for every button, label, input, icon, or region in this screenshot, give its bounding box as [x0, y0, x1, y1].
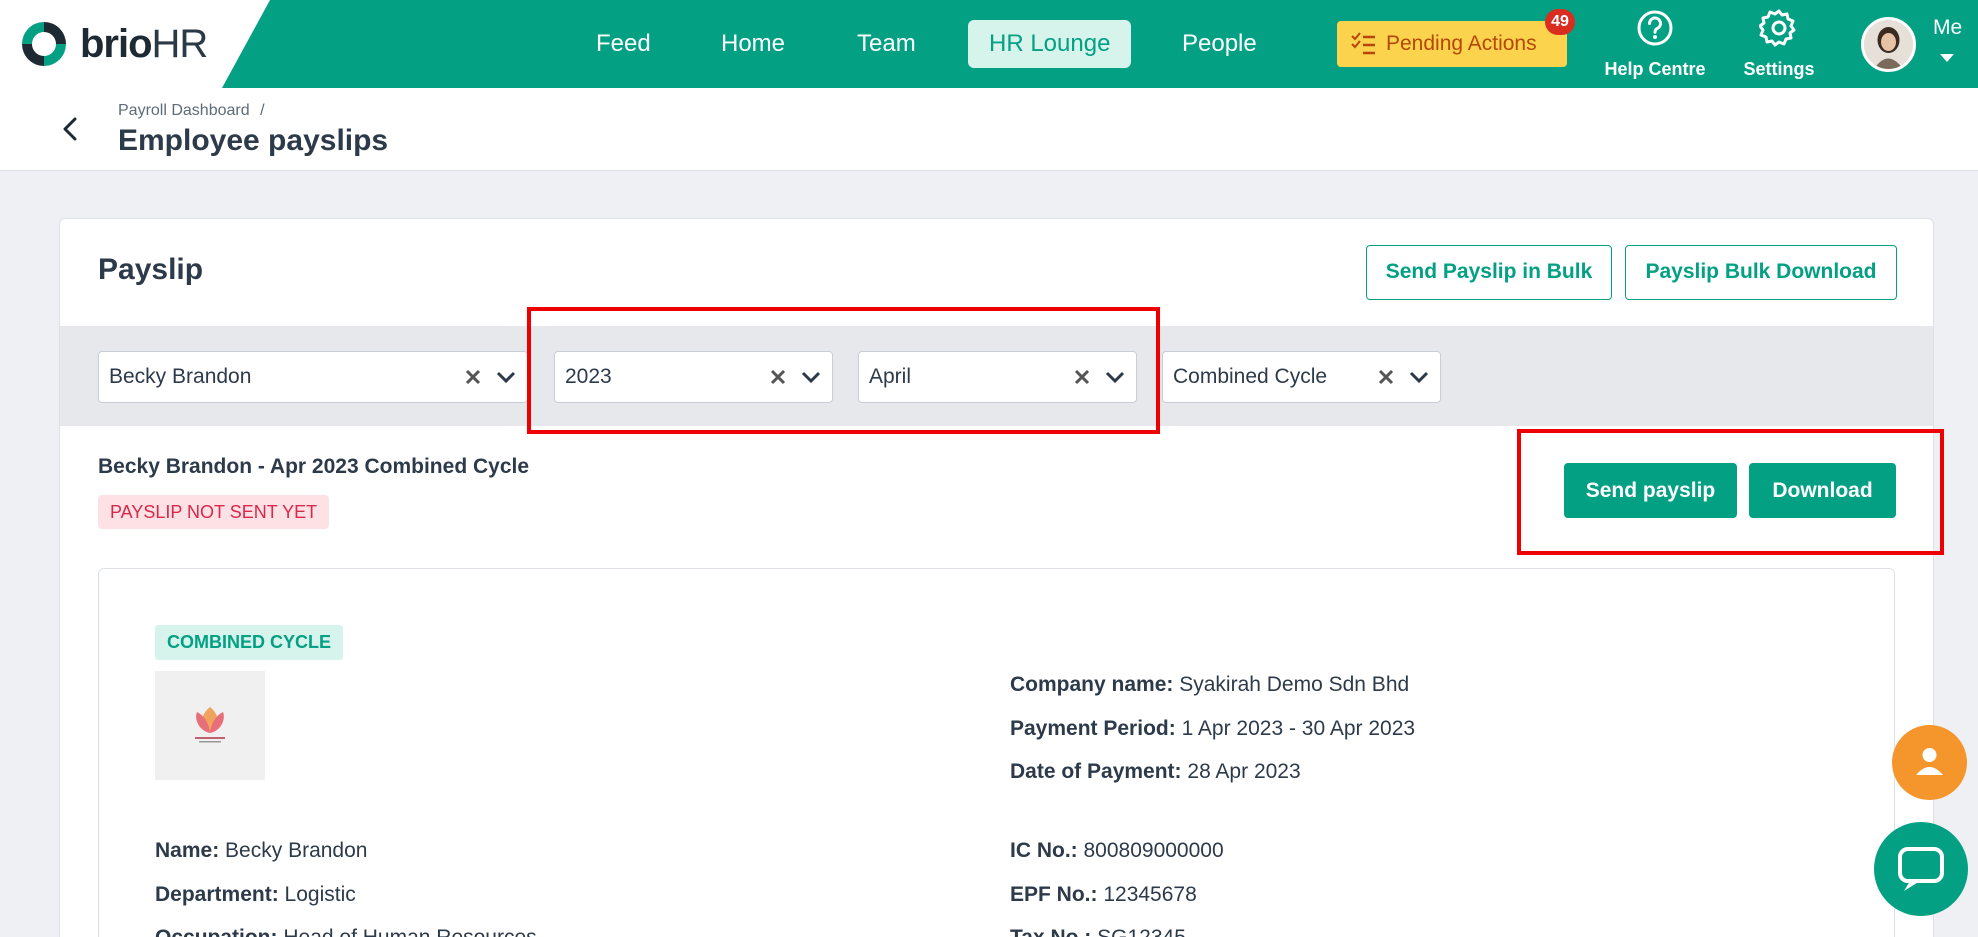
nav-hr-lounge[interactable]: HR Lounge [968, 20, 1132, 68]
nav-home[interactable]: Home [721, 20, 785, 68]
employee-select[interactable]: Becky Brandon [98, 351, 528, 403]
cycle-select[interactable]: Combined Cycle [1162, 351, 1441, 403]
me-menu-label[interactable]: Me [1933, 16, 1962, 40]
pending-actions-button[interactable]: Pending Actions [1337, 21, 1567, 67]
occupation-row: Occupation: Head of Human Resources [155, 926, 537, 937]
pending-count-badge: 49 [1545, 9, 1575, 35]
profile-fab-button[interactable] [1892, 725, 1967, 800]
help-centre-button[interactable]: Help Centre [1598, 8, 1712, 80]
payslip-heading: Becky Brandon - Apr 2023 Combined Cycle [98, 455, 530, 478]
settings-button[interactable]: Settings [1736, 8, 1822, 80]
user-photo-icon [1864, 20, 1913, 69]
breadcrumb: Payroll Dashboard / [118, 102, 265, 120]
nav-people[interactable]: People [1182, 20, 1257, 68]
back-arrow-icon[interactable] [58, 112, 82, 146]
cycle-tag: COMBINED CYCLE [155, 625, 344, 660]
company-name-row: Company name: Syakirah Demo Sdn Bhd [1010, 673, 1410, 696]
brand-logo[interactable]: brioHR [0, 0, 270, 88]
send-payslip-in-bulk-button[interactable]: Send Payslip in Bulk [1366, 245, 1612, 300]
clear-icon[interactable] [1376, 367, 1396, 387]
employee-name-row: Name: Becky Brandon [155, 839, 368, 862]
highlight-year-month-box [527, 307, 1160, 434]
nav-feed[interactable]: Feed [596, 20, 651, 68]
page-title: Employee payslips [118, 124, 389, 157]
chat-icon [1898, 847, 1944, 891]
clear-icon[interactable] [463, 367, 483, 387]
tax-number-row: Tax No.: SG12345 [1010, 926, 1186, 937]
breadcrumb-separator: / [260, 102, 265, 119]
help-icon [1637, 10, 1673, 46]
chat-fab-button[interactable] [1874, 822, 1968, 916]
highlight-actions-box [1517, 429, 1944, 555]
user-icon [1916, 748, 1943, 775]
cycle-select-value: Combined Cycle [1173, 365, 1328, 388]
epf-number-row: EPF No.: 12345678 [1010, 883, 1197, 906]
ic-number-row: IC No.: 800809000000 [1010, 839, 1224, 862]
company-logo [155, 671, 265, 780]
settings-label: Settings [1743, 59, 1815, 79]
payslip-bulk-download-button[interactable]: Payslip Bulk Download [1625, 245, 1897, 300]
top-navigation-bar: brioHR Feed Home Team HR Lounge People P… [0, 0, 1978, 88]
payslip-status-badge: PAYSLIP NOT SENT YET [98, 495, 330, 529]
checklist-icon [1351, 32, 1375, 55]
employee-select-value: Becky Brandon [109, 365, 252, 388]
user-avatar[interactable] [1861, 17, 1916, 72]
payslip-preview: COMBINED CYCLE Company name: Syakirah De… [98, 568, 1895, 937]
help-centre-label: Help Centre [1604, 59, 1706, 79]
chevron-down-icon[interactable] [1940, 54, 1954, 62]
lotus-logo-icon [195, 707, 225, 743]
brio-logo-icon [22, 22, 66, 66]
department-row: Department: Logistic [155, 883, 356, 906]
date-of-payment-row: Date of Payment: 28 Apr 2023 [1010, 760, 1301, 783]
chevron-down-icon[interactable] [1408, 368, 1430, 386]
nav-team[interactable]: Team [857, 20, 916, 68]
brand-wordmark: brioHR [80, 22, 208, 66]
card-title: Payslip [98, 253, 204, 286]
chevron-down-icon[interactable] [495, 368, 517, 386]
payment-period-row: Payment Period: 1 Apr 2023 - 30 Apr 2023 [1010, 717, 1416, 740]
pending-actions-label: Pending Actions [1386, 32, 1537, 55]
gear-icon [1758, 9, 1796, 47]
page-header: Payroll Dashboard / Employee payslips [0, 88, 1978, 171]
breadcrumb-payroll-dashboard[interactable]: Payroll Dashboard [118, 102, 250, 119]
